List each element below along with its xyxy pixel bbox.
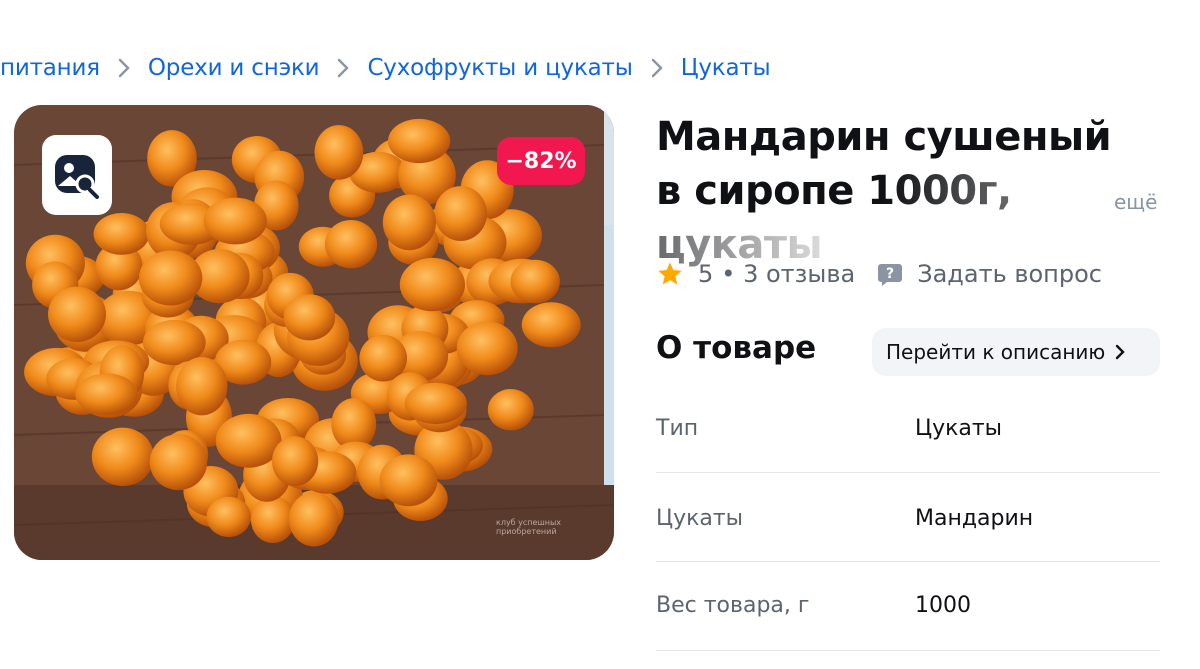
- rating-row: 5 • 3 отзыва ? Задать вопрос: [656, 255, 1102, 293]
- ask-question-label: Задать вопрос: [917, 260, 1102, 288]
- spec-key: Тип: [656, 416, 699, 441]
- candied-fruit: [149, 434, 208, 491]
- candied-fruit: [203, 197, 267, 245]
- chevron-right-icon: [329, 58, 357, 79]
- breadcrumb-link-nutrition[interactable]: питания: [0, 55, 100, 81]
- candied-fruit: [404, 382, 467, 425]
- candied-fruit: [93, 213, 150, 255]
- candied-fruit: [388, 118, 451, 164]
- spec-value: Мандарин: [915, 506, 1034, 531]
- candied-fruit: [91, 427, 154, 486]
- reviews-link[interactable]: • 3 отзыва: [721, 260, 855, 288]
- spec-row: Вес товара, г 1000: [656, 561, 1160, 651]
- chevron-right-icon: [643, 58, 671, 79]
- photo-watermark: клуб успешных приобретений: [496, 518, 562, 536]
- candied-fruit: [272, 436, 319, 486]
- spec-value: 1000: [915, 593, 971, 618]
- star-icon: [658, 262, 682, 285]
- breadcrumb-link-nuts[interactable]: Орехи и снэки: [148, 55, 320, 81]
- spec-key: Вес товара, г: [656, 593, 810, 618]
- ask-question-button[interactable]: ? Задать вопрос: [877, 260, 1102, 288]
- title-more-link[interactable]: ещё: [1114, 190, 1157, 214]
- breadcrumb: питания Орехи и снэки Сухофрукты и цукат…: [0, 50, 771, 86]
- candied-fruit: [456, 321, 518, 376]
- candied-fruit: [379, 454, 438, 507]
- candied-fruit: [215, 413, 282, 468]
- spec-row: Тип Цукаты: [656, 383, 1160, 473]
- spec-value: Цукаты: [915, 416, 1003, 441]
- product-title: Мандарин сушеный в сиропе 1000г, цукаты: [656, 114, 1112, 268]
- candied-fruit: [314, 125, 364, 180]
- about-title: О товаре: [656, 330, 817, 366]
- breadcrumb-link-candied[interactable]: Цукаты: [681, 55, 771, 81]
- candied-fruit: [250, 495, 295, 543]
- question-icon: ?: [878, 264, 903, 286]
- candied-fruit: [324, 220, 378, 269]
- rating-value: 5: [698, 260, 714, 288]
- candied-fruit: [206, 496, 251, 538]
- candied-fruit: [288, 492, 339, 547]
- candied-fruit: [359, 334, 408, 382]
- goto-description-button[interactable]: Перейти к описанию: [872, 328, 1160, 376]
- candied-fruit: [382, 194, 436, 251]
- spec-key: Цукаты: [656, 506, 744, 531]
- goto-description-label: Перейти к описанию: [886, 340, 1106, 364]
- image-search-button[interactable]: [42, 135, 112, 215]
- candied-fruit: [399, 257, 465, 312]
- candied-fruit: [283, 294, 336, 341]
- image-search-icon: [55, 155, 99, 199]
- chevron-right-icon: [1116, 344, 1125, 360]
- svg-text:?: ?: [886, 266, 894, 282]
- candied-fruit: [434, 186, 488, 241]
- chevron-right-icon: [110, 58, 138, 79]
- candied-fruit: [138, 250, 203, 306]
- product-photo[interactable]: −82% клуб успешных приобретений: [14, 105, 614, 560]
- candied-fruit: [487, 389, 534, 431]
- candied-fruit: [48, 286, 106, 342]
- candied-fruit: [510, 259, 560, 304]
- spec-row: Цукаты Мандарин: [656, 472, 1160, 562]
- candied-fruit: [176, 357, 228, 416]
- candied-fruit: [521, 302, 581, 348]
- breadcrumb-link-dried-fruits[interactable]: Сухофрукты и цукаты: [367, 55, 632, 81]
- discount-badge: −82%: [497, 137, 585, 185]
- candied-fruit: [75, 373, 138, 416]
